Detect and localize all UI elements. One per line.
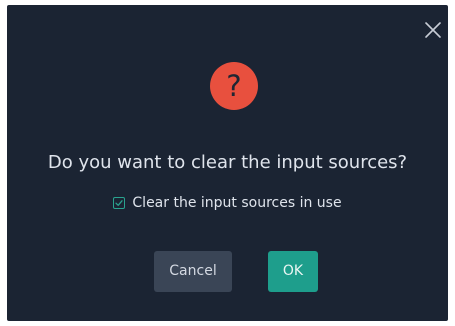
confirm-dialog: ? Do you want to clear the input sources… (7, 5, 448, 321)
cancel-button[interactable]: Cancel (154, 251, 232, 292)
clear-in-use-checkbox[interactable] (113, 197, 126, 209)
question-mark-icon: ? (210, 62, 258, 110)
clear-in-use-option: Clear the input sources in use (7, 192, 448, 214)
checkmark-icon (115, 200, 124, 206)
dialog-title: Do you want to clear the input sources? (47, 152, 408, 173)
question-mark-glyph: ? (226, 69, 242, 103)
close-button[interactable] (422, 19, 444, 41)
close-icon (425, 22, 441, 38)
clear-in-use-label[interactable]: Clear the input sources in use (132, 192, 341, 214)
ok-button[interactable]: OK (268, 251, 318, 292)
